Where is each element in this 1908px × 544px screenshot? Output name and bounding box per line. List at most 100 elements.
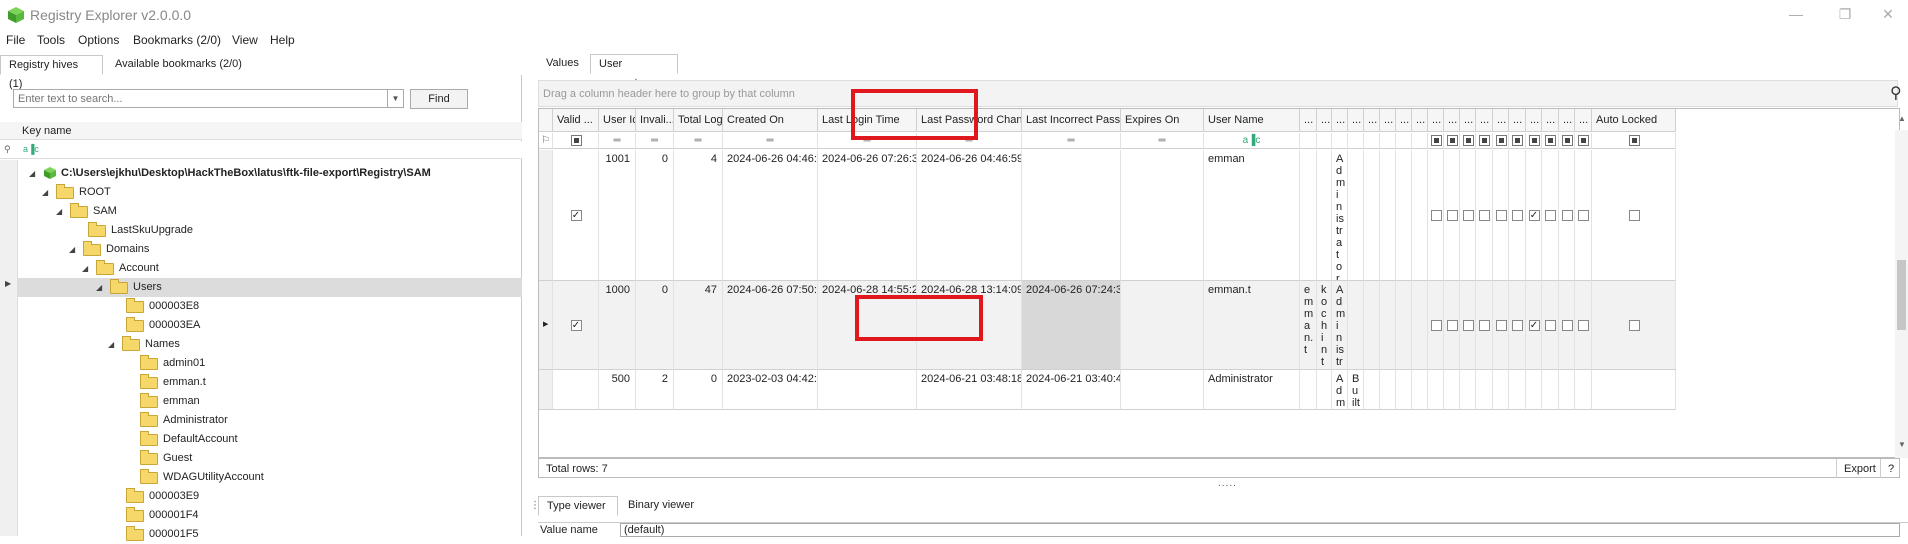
grid-cell[interactable]: 2024-06-26 07:26:33 [818,150,917,281]
filter-cell[interactable] [1460,133,1476,149]
grid-cell[interactable] [1509,370,1526,410]
row-checkbox[interactable]: ✓ [570,319,582,331]
column-header[interactable]: ... [1412,109,1428,132]
grid-cell[interactable]: 2 [636,370,674,410]
row-indicator[interactable] [539,370,553,410]
grid-cell[interactable] [1559,370,1575,410]
row-checkbox[interactable] [1430,319,1442,331]
row-checkbox[interactable] [1578,209,1589,221]
tree-node[interactable]: ◢ Names [18,335,522,354]
filter-cell[interactable] [1542,133,1559,149]
row-checkbox[interactable]: ✓ [1528,319,1540,331]
tree-node[interactable]: ◢ ROOT [18,183,522,202]
column-header[interactable]: Valid ... [553,109,599,132]
row-checkbox[interactable]: ✓ [570,209,582,221]
filter-checkbox[interactable] [1545,135,1556,146]
row-indicator[interactable] [539,150,553,281]
grid-cell[interactable] [1300,150,1317,281]
filter-glyph[interactable]: a▐c [23,144,39,154]
row-checkbox[interactable] [1512,209,1523,221]
column-header[interactable]: Total Log... [674,109,723,132]
grid-cell[interactable] [1428,370,1444,410]
column-header[interactable]: ... [1476,109,1493,132]
filter-cell[interactable] [1300,133,1317,149]
column-header[interactable]: ... [1364,109,1380,132]
grid-cell[interactable]: emman.t [1300,281,1317,370]
grid-cell[interactable] [1364,281,1380,370]
search-text-field[interactable] [14,90,384,107]
tree-node[interactable]: ◢ Users [18,278,522,297]
filter-cell[interactable]: ═ [674,133,723,149]
help-button[interactable]: ? [1888,460,1894,478]
grid-cell[interactable] [1300,370,1317,410]
filter-cell[interactable] [1559,133,1575,149]
column-header[interactable]: ... [1396,109,1412,132]
filter-cell[interactable] [553,133,599,149]
grid-cell[interactable] [1542,370,1559,410]
column-header[interactable]: ... [1542,109,1559,132]
tree-node[interactable]: 000003EA [18,316,522,335]
filter-checkbox[interactable] [1479,135,1490,146]
tree-node[interactable]: admin01 [18,354,522,373]
filter-cell[interactable] [1476,133,1493,149]
grid-cell[interactable]: 1001 [599,150,636,281]
column-header[interactable]: Auto Locked [1592,109,1676,132]
expand-arrow-icon[interactable]: ◢ [29,164,35,183]
tree-node[interactable]: Guest [18,449,522,468]
row-checkbox[interactable] [1446,319,1458,331]
tree-node[interactable]: 000001F4 [18,506,522,525]
search-input[interactable]: ▼ [13,89,404,108]
filter-cell[interactable] [1444,133,1460,149]
filter-cell[interactable] [1348,133,1364,149]
column-header[interactable]: ... [1348,109,1364,132]
filter-cell[interactable] [1412,133,1428,149]
tab-registry-hives[interactable]: Registry hives (1) [0,55,103,90]
filter-cell[interactable]: ═ [636,133,674,149]
grid-cell[interactable]: 2024-06-26 04:46:59 [723,150,818,281]
scrollbar-thumb[interactable] [1897,260,1906,330]
grid-cell[interactable]: Admi [1332,370,1348,410]
filter-checkbox[interactable] [1578,135,1589,146]
column-header[interactable]: User Id [599,109,636,132]
row-checkbox[interactable] [1545,319,1556,331]
tree-column-header[interactable]: Key name [0,122,522,140]
grid-cell[interactable]: emman [1204,150,1300,281]
grid-cell[interactable] [1364,370,1380,410]
grid-cell[interactable] [1022,150,1121,281]
row-checkbox[interactable] [1446,209,1458,221]
close-icon[interactable]: ✕ [1878,6,1898,23]
column-header[interactable]: ... [1575,109,1592,132]
column-header[interactable]: ... [1300,109,1317,132]
scroll-up-icon[interactable]: ▲ [1898,114,1906,123]
filter-cell[interactable] [1364,133,1380,149]
row-checkbox[interactable] [1578,319,1589,331]
expand-arrow-icon[interactable]: ◢ [56,202,62,221]
grid-cell[interactable]: 2024-06-21 03:40:47 [1022,370,1121,410]
filter-cell[interactable] [1332,133,1348,149]
grid-cell[interactable] [1348,150,1364,281]
grid-cell[interactable] [1380,370,1396,410]
tree-node[interactable]: WDAGUtilityAccount [18,468,522,487]
tab-available-bookmarks[interactable]: Available bookmarks (2/0) [107,55,255,75]
grid-cell[interactable] [1380,150,1396,281]
grid-cell[interactable] [1396,150,1412,281]
grid-cell[interactable]: Administrator [1204,370,1300,410]
grid-cell[interactable]: 2024-06-21 03:48:18 [917,370,1022,410]
export-button[interactable]: Export [1844,460,1876,478]
row-checkbox[interactable] [1512,319,1523,331]
menu-file[interactable]: File [6,33,25,47]
column-header[interactable]: ... [1317,109,1332,132]
filter-cell[interactable]: ═ [1121,133,1204,149]
filter-checkbox[interactable] [1495,135,1507,146]
row-checkbox[interactable]: ✓ [1528,209,1540,221]
filter-checkbox[interactable] [1628,135,1640,146]
find-button[interactable]: Find [410,89,468,109]
expand-arrow-icon[interactable]: ◢ [108,335,114,354]
row-checkbox[interactable] [1495,209,1507,221]
search-dropdown-icon[interactable]: ▼ [387,90,403,107]
column-header[interactable]: ... [1559,109,1575,132]
grid-cell[interactable] [1575,370,1592,410]
grid-cell[interactable]: 0 [674,370,723,410]
grid-cell[interactable]: emman.t [1204,281,1300,370]
tree-node[interactable]: emman [18,392,522,411]
